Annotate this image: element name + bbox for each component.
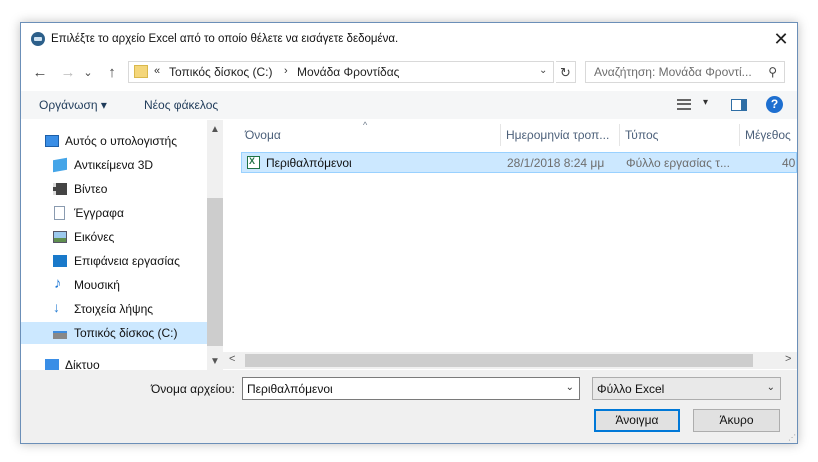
scroll-left-icon[interactable]: < [229,353,235,365]
sidebar-item-label: Έγγραφα [74,206,124,220]
column-header-name[interactable]: Όνομα [245,128,281,142]
sidebar-item-label: Εικόνες [74,230,115,244]
download-arrow-icon: ↓ [53,299,60,315]
back-arrow-icon[interactable]: ← [29,63,51,83]
music-note-icon: ♪ [54,275,62,292]
computer-icon [45,135,59,147]
open-button[interactable]: Άνοιγμα [594,409,680,432]
column-divider[interactable] [739,124,740,146]
sidebar-item-label: Δίκτυο [65,358,100,370]
file-size: 40 [782,156,796,170]
address-dropdown-icon[interactable]: ⌄ [539,65,547,76]
up-folder-arrow-icon[interactable]: ↑ [101,63,123,83]
filename-value: Περιθαλπόμενοι [247,382,333,396]
sidebar-item-this-pc[interactable]: Αυτός ο υπολογιστής [21,130,207,152]
sidebar-scrollbar[interactable]: ▲ ▼ [207,120,223,370]
sort-ascending-icon: ^ [363,120,368,130]
view-options-icon[interactable] [677,99,691,110]
column-divider[interactable] [500,124,501,146]
desktop-icon [53,255,67,267]
file-list-scrollbar[interactable]: < > [223,352,797,369]
filetype-value: Φύλλο Excel [597,382,665,396]
recent-locations-dropdown-icon[interactable]: ⌄ [81,63,95,83]
new-folder-button[interactable]: Νέος φάκελος [144,98,218,112]
file-list-scroll-thumb[interactable] [245,354,753,367]
breadcrumb-local-disk[interactable]: Τοπικός δίσκος (C:) [169,65,273,79]
column-divider[interactable] [619,124,620,146]
sidebar-item-label: Τοπικός δίσκος (C:) [74,326,178,340]
file-list: ^ Όνομα Ημερομηνία τροπ... Τύπος Μέγεθος… [223,120,797,370]
sidebar-item-desktop[interactable]: Επιφάνεια εργασίας [21,250,207,272]
document-icon [54,206,65,220]
navigation-pane: Αυτός ο υπολογιστής Αντικείμενα 3D Βίντε… [21,120,223,370]
column-header-type[interactable]: Τύπος [625,128,658,142]
sidebar-item-videos[interactable]: Βίντεο [21,178,207,200]
resize-grip-icon[interactable]: ⋰ [788,433,796,442]
search-icon[interactable]: ⚲ [768,65,777,79]
scroll-right-icon[interactable]: > [785,353,791,365]
forward-arrow-icon[interactable]: → [57,63,79,83]
picture-icon [53,231,67,243]
close-icon[interactable]: ✕ [769,27,793,51]
address-bar[interactable]: « Τοπικός δίσκος (C:) › Μονάδα Φροντίδας… [128,61,554,83]
network-icon [45,359,59,370]
file-row[interactable]: Περιθαλπόμενοι 28/1/2018 8:24 μμ Φύλλο ε… [241,152,797,173]
search-input[interactable]: Αναζήτηση: Μονάδα Φροντί... ⚲ [585,61,785,83]
sidebar-item-local-disk[interactable]: Τοπικός δίσκος (C:) [21,322,207,344]
breadcrumb-separator[interactable]: › [284,65,288,77]
file-type: Φύλλο εργασίας τ... [626,156,730,170]
excel-icon [247,156,260,169]
column-header-date[interactable]: Ημερομηνία τροπ... [506,128,609,142]
command-bar: Οργάνωση ▾ Νέος φάκελος ▾ ? [21,91,797,119]
file-open-dialog: Επιλέξτε το αρχείο Excel από το οποίο θέ… [20,22,798,444]
app-icon [31,32,45,46]
cube-icon [53,157,67,173]
preview-pane-icon[interactable] [731,99,747,111]
file-date: 28/1/2018 8:24 μμ [507,156,605,170]
organize-button[interactable]: Οργάνωση ▾ [39,98,107,112]
drive-icon [53,331,67,339]
sidebar-item-label: Αυτός ο υπολογιστής [65,134,177,148]
view-dropdown-icon[interactable]: ▾ [703,97,708,108]
filename-label: Όνομα αρχείου: [151,382,235,396]
filetype-select[interactable]: Φύλλο Excel ⌄ [592,377,781,400]
filename-input[interactable]: Περιθαλπόμενοι ⌄ [242,377,580,400]
sidebar-item-pictures[interactable]: Εικόνες [21,226,207,248]
sidebar-item-music[interactable]: ♪ Μουσική [21,274,207,296]
title-bar: Επιλέξτε το αρχείο Excel από το οποίο θέ… [21,23,797,57]
dialog-footer: Όνομα αρχείου: Περιθαλπόμενοι ⌄ Φύλλο Ex… [21,370,797,443]
scroll-down-icon[interactable]: ▼ [210,356,220,367]
sidebar-scroll-thumb[interactable] [207,198,223,346]
sidebar-item-3d-objects[interactable]: Αντικείμενα 3D [21,154,207,176]
column-header-size[interactable]: Μέγεθος [745,128,791,142]
folder-icon [134,65,148,78]
scroll-up-icon[interactable]: ▲ [210,124,220,135]
dialog-title: Επιλέξτε το αρχείο Excel από το οποίο θέ… [51,33,399,45]
cancel-button[interactable]: Άκυρο [693,409,780,432]
file-name: Περιθαλπόμενοι [266,156,352,170]
filetype-dropdown-icon[interactable]: ⌄ [767,382,775,393]
film-icon [53,183,67,195]
refresh-icon[interactable]: ↻ [556,61,576,83]
sidebar-item-label: Βίντεο [74,182,108,196]
filename-dropdown-icon[interactable]: ⌄ [566,382,574,393]
sidebar-item-label: Στοιχεία λήψης [74,302,154,316]
sidebar-item-label: Αντικείμενα 3D [74,158,154,172]
sidebar-item-label: Επιφάνεια εργασίας [74,254,180,268]
breadcrumb-care-unit[interactable]: Μονάδα Φροντίδας [297,65,399,79]
help-icon[interactable]: ? [766,96,783,113]
sidebar-item-documents[interactable]: Έγγραφα [21,202,207,224]
sidebar-item-label: Μουσική [74,278,120,292]
sidebar-item-network[interactable]: Δίκτυο [21,354,207,370]
search-placeholder: Αναζήτηση: Μονάδα Φροντί... [594,65,752,79]
sidebar-item-downloads[interactable]: ↓ Στοιχεία λήψης [21,298,207,320]
breadcrumb-overflow[interactable]: « [154,65,160,77]
